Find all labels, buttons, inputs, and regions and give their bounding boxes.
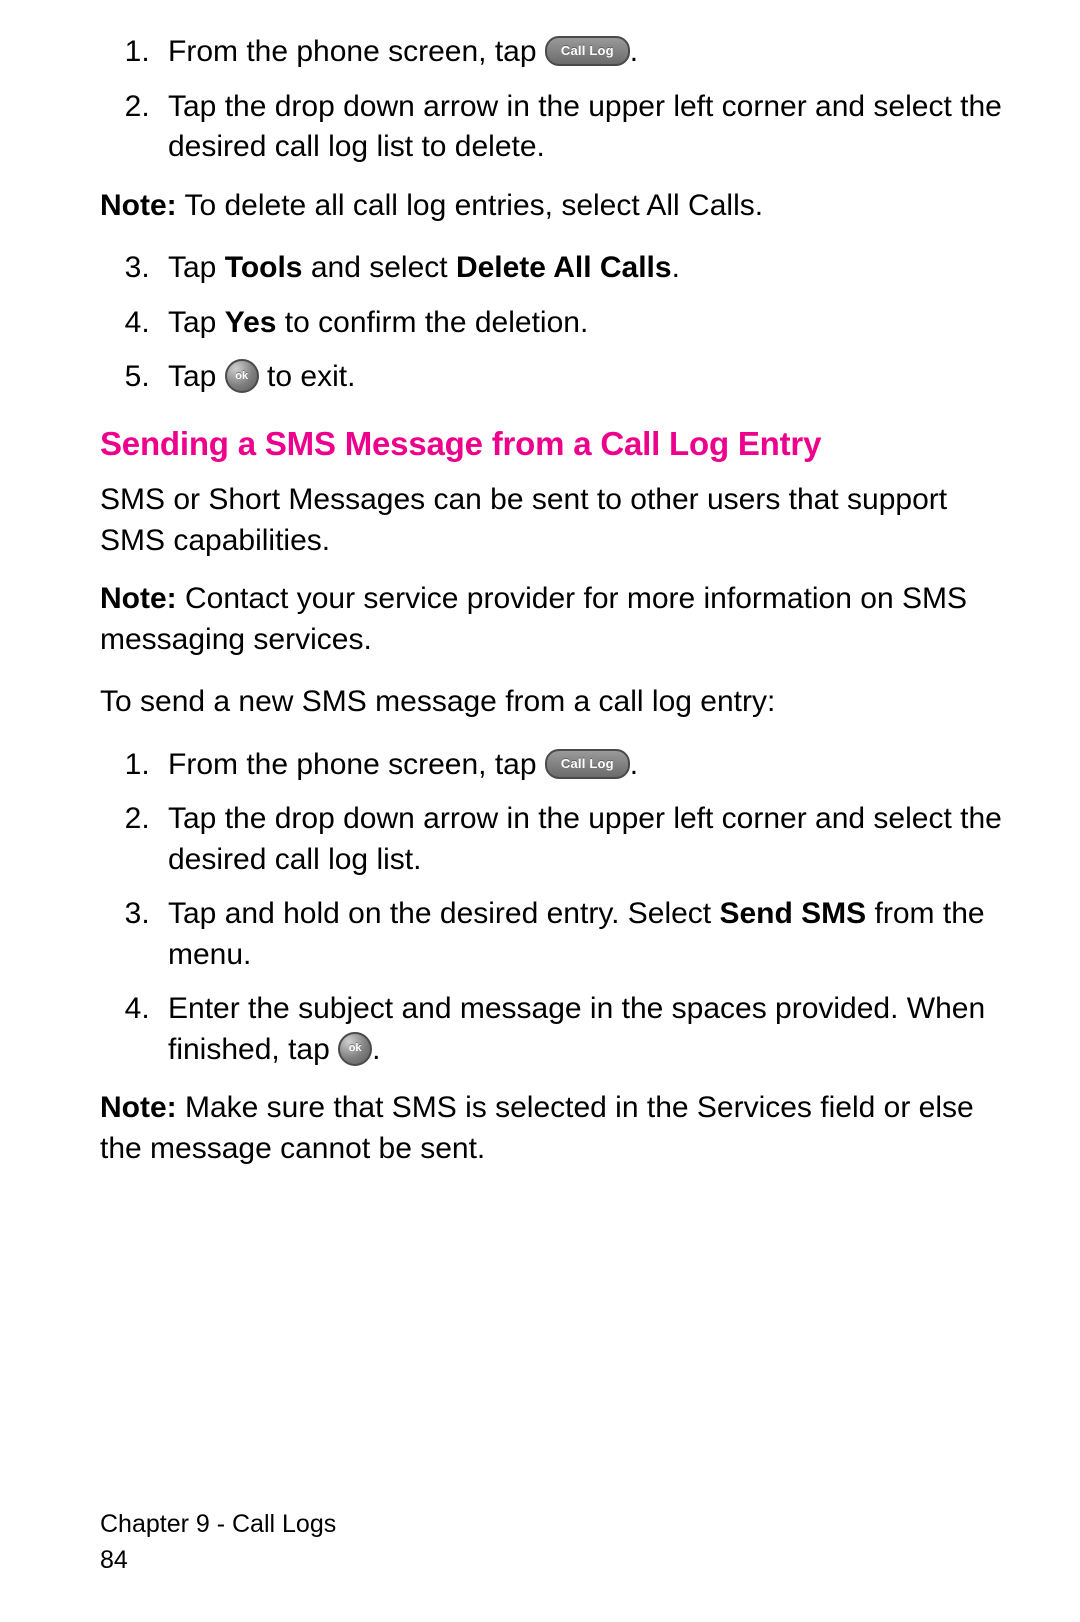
t: Enter the subject and message in the spa… xyxy=(168,992,985,1066)
paragraph-1: SMS or Short Messages can be sent to oth… xyxy=(100,480,1008,561)
t: From the phone screen, tap xyxy=(168,748,545,781)
section-heading: Sending a SMS Message from a Call Log En… xyxy=(100,422,1008,467)
t: . xyxy=(372,1033,380,1066)
note-1: Note: To delete all call log entries, se… xyxy=(100,186,1008,227)
step-a-1: From the phone screen, tap Call Log. xyxy=(158,32,1008,73)
chapter-label: Chapter 9 - Call Logs xyxy=(100,1506,1008,1542)
step-a-2: Tap the drop down arrow in the upper lef… xyxy=(158,87,1008,168)
note-3: Note: Make sure that SMS is selected in … xyxy=(100,1088,1008,1169)
step-c-1: From the phone screen, tap Call Log. xyxy=(158,745,1008,786)
note-body: Make sure that SMS is selected in the Se… xyxy=(100,1091,974,1165)
page-footer: Chapter 9 - Call Logs 84 xyxy=(100,1506,1008,1579)
content: From the phone screen, tap Call Log. Tap… xyxy=(100,32,1008,1506)
t: Tap and hold on the desired entry. Selec… xyxy=(168,897,719,930)
note-label: Note: xyxy=(100,582,177,615)
tools-bold: Tools xyxy=(225,251,303,284)
delete-all-calls-bold: Delete All Calls xyxy=(456,251,672,284)
page-container: From the phone screen, tap Call Log. Tap… xyxy=(0,0,1080,1622)
page-number: 84 xyxy=(100,1542,1008,1578)
steps-list-c: From the phone screen, tap Call Log. Tap… xyxy=(100,745,1008,1071)
step-text-post: . xyxy=(630,35,638,68)
ok-icon: ok xyxy=(338,1032,372,1066)
t: . xyxy=(672,251,680,284)
steps-list-b: Tap Tools and select Delete All Calls. T… xyxy=(100,248,1008,398)
step-b-4: Tap Yes to confirm the deletion. xyxy=(158,303,1008,344)
t: to exit. xyxy=(259,360,356,393)
step-b-5: Tap ok to exit. xyxy=(158,357,1008,398)
t: Tap xyxy=(168,251,225,284)
step-c-3: Tap and hold on the desired entry. Selec… xyxy=(158,894,1008,975)
t: and select xyxy=(303,251,456,284)
t: . xyxy=(630,748,638,781)
step-c-4: Enter the subject and message in the spa… xyxy=(158,989,1008,1070)
ok-icon: ok xyxy=(225,359,259,393)
send-sms-bold: Send SMS xyxy=(719,897,866,930)
call-log-icon: Call Log xyxy=(545,36,630,66)
t: Tap xyxy=(168,360,225,393)
t: Tap the drop down arrow in the upper lef… xyxy=(168,802,1002,876)
note-2: Note: Contact your service provider for … xyxy=(100,579,1008,660)
step-c-2: Tap the drop down arrow in the upper lef… xyxy=(158,799,1008,880)
note-label: Note: xyxy=(100,189,177,222)
steps-list-a: From the phone screen, tap Call Log. Tap… xyxy=(100,32,1008,168)
t: to confirm the deletion. xyxy=(276,306,588,339)
yes-bold: Yes xyxy=(225,306,277,339)
step-b-3: Tap Tools and select Delete All Calls. xyxy=(158,248,1008,289)
note-label: Note: xyxy=(100,1091,177,1124)
step-text: From the phone screen, tap xyxy=(168,35,545,68)
call-log-icon: Call Log xyxy=(545,749,630,779)
paragraph-2: To send a new SMS message from a call lo… xyxy=(100,682,1008,723)
t: Tap xyxy=(168,306,225,339)
note-body: Contact your service provider for more i… xyxy=(100,582,967,656)
note-body: To delete all call log entries, select A… xyxy=(177,189,763,222)
step-text: Tap the drop down arrow in the upper lef… xyxy=(168,90,1002,164)
